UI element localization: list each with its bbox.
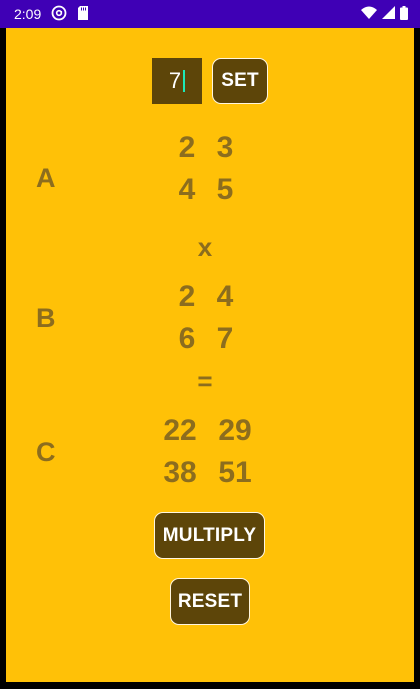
multiply-button[interactable]: MULTIPLY (154, 512, 265, 559)
number-input-value: 7 (168, 68, 182, 93)
text-caret (183, 70, 186, 92)
matrix-a-cell: 3 (216, 131, 234, 164)
battery-icon (400, 5, 408, 23)
at-sign-icon (51, 5, 67, 24)
matrix-b-cell: 7 (216, 322, 234, 355)
matrix-c-cell: 38 (163, 456, 197, 489)
matrix-c-cell: 22 (163, 414, 197, 447)
signal-icon (382, 6, 395, 22)
status-bar: 2:09 (0, 0, 420, 28)
wifi-icon (361, 6, 377, 23)
equals-sign: = (197, 366, 213, 396)
app-content: 7 SET A 2 3 4 5 x B 2 4 6 7 = C 22 29 38… (6, 28, 414, 682)
reset-button[interactable]: RESET (170, 578, 250, 625)
status-time: 2:09 (14, 6, 42, 22)
device-screen: 2:09 7 SET A 2 3 4 5 x B 2 4 6 7 = C 22 … (0, 0, 420, 689)
set-button[interactable]: SET (212, 58, 268, 104)
multiply-operator: x (197, 232, 213, 262)
matrix-b-label: B (36, 303, 56, 333)
matrix-c-cell: 29 (218, 414, 252, 447)
matrix-a-label: A (36, 163, 56, 193)
number-input[interactable]: 7 (152, 58, 202, 104)
matrix-a-cell: 5 (216, 173, 234, 206)
matrix-c-label: C (36, 437, 56, 467)
matrix-b-cell: 4 (216, 280, 234, 313)
matrix-c-cell: 51 (218, 456, 252, 489)
sd-card-icon (77, 5, 89, 23)
